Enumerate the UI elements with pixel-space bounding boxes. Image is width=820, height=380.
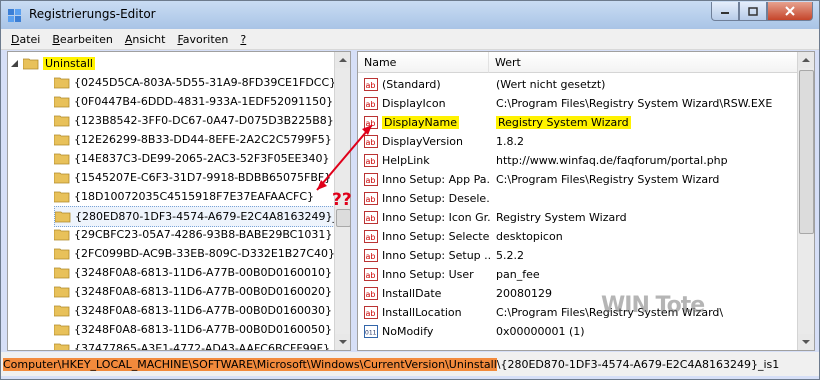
- watermark-logo: WIN Tote: [601, 293, 705, 318]
- annotation-overlay: [316, 124, 373, 191]
- registry-editor-window: Registrierungs-Editor Datei Bearbeiten A…: [0, 0, 820, 380]
- annotation-question-marks: ??: [332, 190, 352, 210]
- status-path-highlighted: Computer\HKEY_LOCAL_MACHINE\SOFTWARE\Mic…: [3, 357, 497, 371]
- status-path-rest: \{280ED870-1DF3-4574-A679-E2C4A8163249}_…: [496, 357, 780, 371]
- status-bar: Computer\HKEY_LOCAL_MACHINE\SOFTWARE\Mic…: [1, 352, 819, 376]
- annotation-arrow-line: [316, 124, 373, 191]
